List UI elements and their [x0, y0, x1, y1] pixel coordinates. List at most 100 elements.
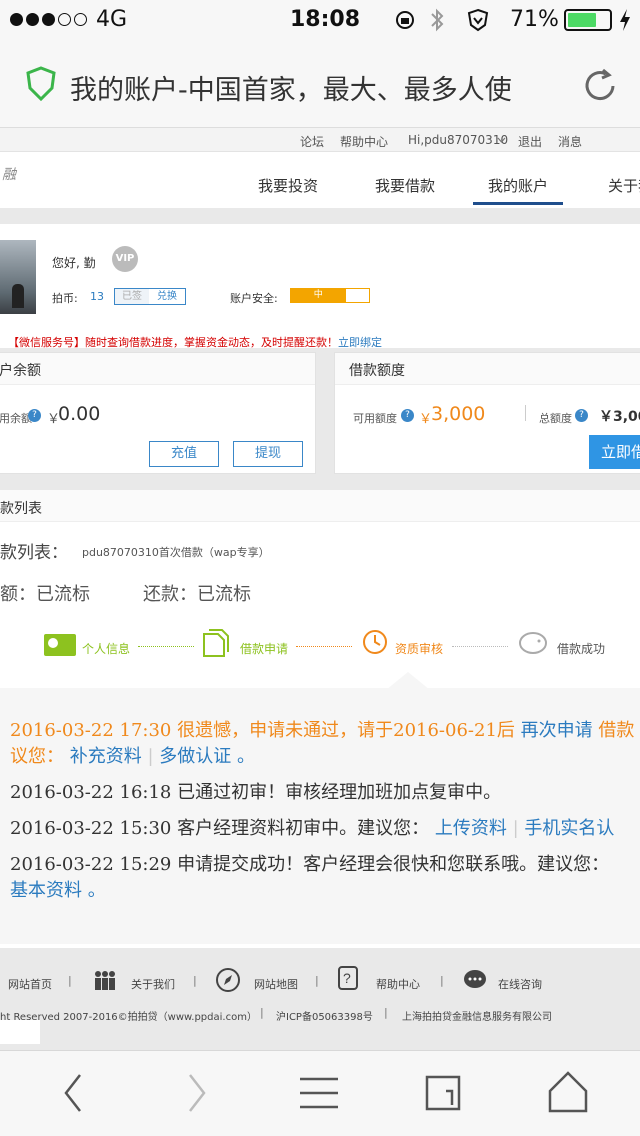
phone-realname-link[interactable]: 手机实名认 [524, 818, 614, 839]
signal-dot-icon [58, 13, 71, 26]
borrow-now-button[interactable]: 立即借 [589, 435, 640, 469]
footer-about-link[interactable]: 关于我们 [131, 976, 175, 992]
entry-suffix: 。 [87, 880, 106, 901]
battery-percent: 71% [510, 7, 559, 32]
sign-exchange-group: 已签 兑换 [114, 288, 186, 305]
entry-text: 很遗憾，申请未通过，请于2016-06-21后 [177, 720, 515, 741]
footer-home-link[interactable]: 网站首页 [8, 976, 52, 992]
personal-info-icon [44, 634, 76, 656]
forum-link[interactable]: 论坛 [300, 133, 324, 150]
about-us-icon [95, 971, 115, 990]
timeline-entry-continued: 基本资料 。 [10, 876, 106, 902]
entry-time: 2016-03-22 15:30 [10, 818, 172, 839]
footer-white-block [0, 1020, 40, 1044]
help-center-icon: ? [338, 966, 358, 990]
user-account-link[interactable]: Hi,pdu87070310 [408, 133, 508, 147]
exchange-button[interactable]: 兑换 [149, 289, 185, 304]
credit-limit-panel: 借款额度 可用额度 ? ￥ 3,000 总额度 ? ￥3,00 立即借 [334, 352, 640, 474]
divider [525, 405, 526, 421]
chevron-down-icon [497, 137, 506, 143]
vpn-shield-icon [467, 8, 489, 32]
top-links-bar: 论坛 帮助中心 Hi,pdu87070310 退出 消息 [0, 128, 640, 152]
main-nav: 融 我要投资 我要借款 我的账户 关于我 [0, 152, 640, 208]
help-icon[interactable]: ? [575, 409, 588, 422]
coins-label: 拍币: [52, 292, 78, 305]
loan-application-icon [203, 629, 229, 657]
clock: 18:08 [290, 7, 361, 32]
nav-about[interactable]: 关于我 [608, 175, 640, 196]
step-loan-success: 借款成功 [557, 642, 606, 656]
total-limit-amount: ￥3,00 [599, 409, 640, 425]
entry-prefix: 议您： [10, 746, 64, 767]
bluetooth-icon [431, 8, 444, 32]
credit-panel-header: 借款额度 [335, 353, 640, 385]
upload-docs-link[interactable]: 上传资料 [435, 818, 507, 839]
loan-list-title: 款列表 [0, 501, 42, 517]
security-meter: 中 [290, 288, 370, 303]
footer-chat-link[interactable]: 在线咨询 [498, 976, 542, 992]
entry-time: 2016-03-22 16:18 [10, 782, 172, 803]
logout-link[interactable]: 退出 [518, 133, 542, 150]
step-loan-application: 借款申请 [240, 642, 289, 656]
rotation-lock-icon [396, 11, 414, 29]
repay-status: 还款：已流标 [143, 584, 251, 605]
step-connector [452, 646, 508, 647]
help-icon[interactable]: ? [401, 409, 414, 422]
forward-arrow-icon[interactable] [182, 1071, 212, 1115]
messages-link[interactable]: 消息 [558, 133, 582, 150]
signal-dot-icon [74, 13, 87, 26]
status-bar: 4G 18:08 71% [0, 0, 640, 40]
entry-text: 客户经理资料初审中。建议您： [177, 818, 430, 839]
timeline-entry: 2016-03-22 15:29 申请提交成功！客户经理会很快和您联系哦。建议您… [10, 850, 609, 876]
back-arrow-icon[interactable] [58, 1071, 88, 1115]
loan-card: 款列表： pdu87070310首次借款（wap专享） 额：已流标 还款：已流标… [0, 522, 640, 690]
menu-icon[interactable] [298, 1075, 340, 1111]
signed-status: 已签 [115, 289, 149, 304]
greeting-text: 您好, 勤 [52, 256, 96, 270]
battery-level [568, 13, 597, 27]
company-name: 上海拍拍贷金融信息服务有限公司 [402, 1012, 552, 1023]
footer-help-link[interactable]: 帮助中心 [376, 976, 420, 992]
security-label: 账户安全: [230, 292, 278, 305]
signal-dot-icon [42, 13, 55, 26]
nav-my-account[interactable]: 我的账户 [473, 175, 563, 205]
nav-borrow[interactable]: 我要借款 [375, 175, 435, 196]
site-footer: 网站首页 | 关于我们 | 网站地图 | ? 帮助中心 | 在线咨询 ht Re… [0, 950, 640, 1048]
bind-now-link[interactable]: 立即绑定 [338, 336, 382, 349]
divider [0, 944, 640, 948]
step-qualification-review: 资质审核 [395, 642, 444, 656]
loan-name[interactable]: pdu87070310首次借款（wap专享） [82, 544, 270, 560]
footer-sitemap-link[interactable]: 网站地图 [254, 976, 298, 992]
icp-number[interactable]: 沪ICP备05063398号 [276, 1008, 373, 1023]
web-page: 论坛 帮助中心 Hi,pdu87070310 退出 消息 融 我要投资 我要借款… [0, 128, 640, 1050]
profile-section: 您好, 勤 VIP 拍币: 13 已签 兑换 账户安全: 中 [0, 224, 640, 334]
entry-text: 已通过初审！审核经理加班加点复审中。 [177, 782, 502, 803]
online-chat-icon [464, 970, 486, 988]
reload-icon[interactable] [580, 66, 620, 106]
entry-text: 申请提交成功！客户经理会很快和您联系哦。建议您： [177, 854, 610, 875]
entry-text-tail: 借款 [598, 720, 635, 741]
tabs-icon[interactable] [424, 1071, 464, 1115]
credit-panel-title: 借款额度 [349, 363, 405, 379]
avatar[interactable] [0, 240, 36, 314]
charging-bolt-icon [620, 9, 630, 31]
more-verification-link[interactable]: 多做认证 [159, 746, 231, 767]
reapply-link[interactable]: 再次申请 [521, 720, 593, 741]
home-icon[interactable] [546, 1069, 590, 1115]
coins-value: 13 [90, 290, 104, 303]
available-limit-label: 可用额度 [353, 412, 397, 425]
basic-info-link[interactable]: 基本资料 [10, 880, 82, 901]
supplement-docs-link[interactable]: 补充资料 [70, 746, 142, 767]
nav-invest[interactable]: 我要投资 [258, 175, 318, 196]
help-center-link[interactable]: 帮助中心 [340, 133, 388, 150]
review-clock-icon [363, 630, 387, 654]
browser-address-bar[interactable]: 我的账户-中国首家，最大、最多人使 [0, 40, 640, 128]
help-icon[interactable]: ? [28, 409, 41, 422]
recharge-button[interactable]: 充值 [149, 441, 219, 467]
step-connector [138, 646, 194, 647]
site-logo[interactable]: 融 [2, 164, 16, 184]
browser-toolbar [0, 1050, 640, 1136]
balance-amount: 0.00 [58, 403, 101, 425]
withdraw-button[interactable]: 提现 [233, 441, 303, 467]
secure-shield-icon [26, 66, 56, 102]
